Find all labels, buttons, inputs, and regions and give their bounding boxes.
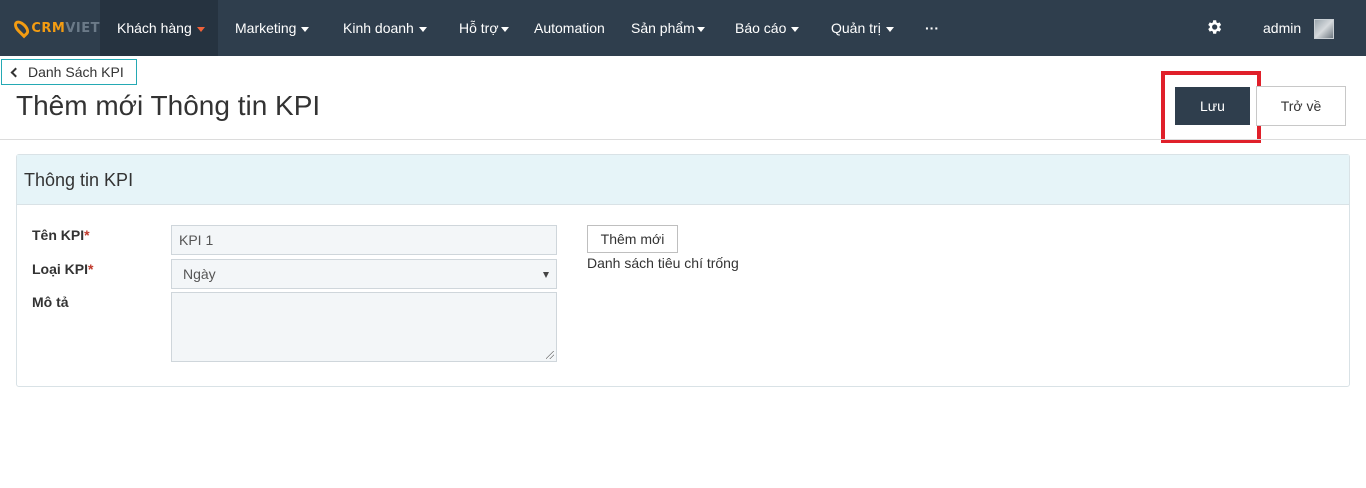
caret-down-icon xyxy=(791,26,800,32)
kpi-name-label: Tên KPI* xyxy=(32,227,90,243)
caret-down-icon xyxy=(885,26,894,32)
panel-title: Thông tin KPI xyxy=(17,155,1349,205)
criteria-empty-text: Danh sách tiêu chí trống xyxy=(587,255,739,271)
kpi-name-input[interactable]: KPI 1 xyxy=(171,225,557,255)
resize-grip-icon[interactable] xyxy=(546,351,554,359)
nav-item-khach-hang[interactable]: Khách hàng xyxy=(100,0,218,56)
chevron-left-icon xyxy=(10,67,21,78)
description-label: Mô tả xyxy=(32,294,69,310)
caret-down-icon xyxy=(418,26,427,32)
avatar[interactable] xyxy=(1314,19,1334,39)
kpi-info-panel: Thông tin KPI Tên KPI* KPI 1 Loại KPI* N… xyxy=(16,154,1350,387)
caret-down-icon xyxy=(301,26,310,32)
top-navigation: CRMVIET Khách hàng Marketing Kinh doanh … xyxy=(0,0,1366,56)
nav-item-automation[interactable]: Automation xyxy=(534,0,605,56)
user-name[interactable]: admin xyxy=(1263,0,1301,56)
back-button[interactable]: Trở về xyxy=(1256,86,1346,126)
title-divider xyxy=(0,139,1366,140)
caret-down-icon xyxy=(196,26,205,32)
nav-item-marketing[interactable]: Marketing xyxy=(235,0,310,56)
kpi-type-select[interactable]: Ngày xyxy=(171,259,557,289)
select-arrow-icon xyxy=(543,272,549,278)
nav-item-bao-cao[interactable]: Báo cáo xyxy=(735,0,800,56)
nav-item-kinh-doanh[interactable]: Kinh doanh xyxy=(343,0,427,56)
nav-item-ho-tro[interactable]: Hỗ trợ xyxy=(459,0,509,56)
description-textarea[interactable] xyxy=(171,292,557,362)
back-to-kpi-list-link[interactable]: Danh Sách KPI xyxy=(1,59,137,85)
kpi-type-label: Loại KPI* xyxy=(32,261,94,277)
logo-text: CRMVIET xyxy=(31,20,100,36)
gear-icon[interactable] xyxy=(1205,18,1223,36)
crmviet-logo[interactable]: CRMVIET xyxy=(0,0,100,56)
save-button[interactable]: Lưu xyxy=(1175,87,1250,125)
logo-mark-icon xyxy=(11,17,33,39)
caret-down-icon xyxy=(500,26,509,32)
caret-down-icon xyxy=(696,26,705,32)
add-criteria-button[interactable]: Thêm mới xyxy=(587,225,678,253)
nav-item-san-pham[interactable]: Sản phẩm xyxy=(631,0,705,56)
page-title: Thêm mới Thông tin KPI xyxy=(16,90,321,121)
nav-item-more[interactable]: ··· xyxy=(925,0,939,56)
nav-item-quan-tri[interactable]: Quản trị xyxy=(831,0,894,56)
